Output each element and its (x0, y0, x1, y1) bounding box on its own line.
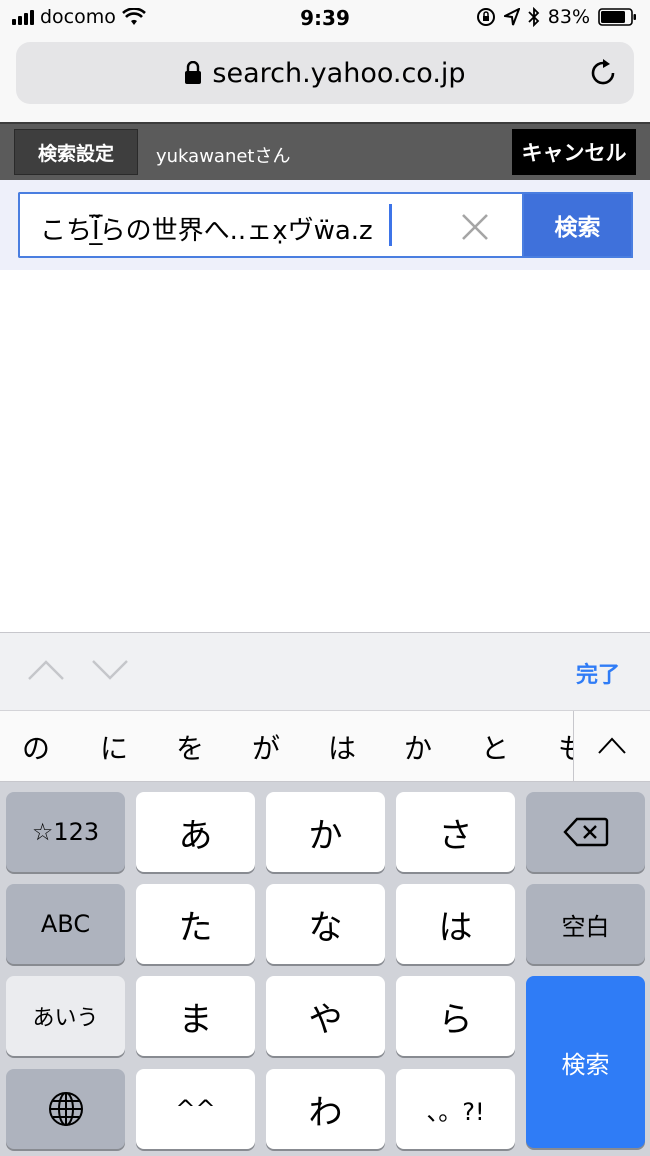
battery-icon (598, 8, 636, 26)
delete-key[interactable] (526, 792, 645, 872)
key-ya[interactable]: や (266, 976, 385, 1056)
divider (573, 711, 574, 783)
rotation-lock-icon (476, 8, 495, 26)
key-punctuation[interactable]: 、。?! (396, 1069, 515, 1149)
bluetooth-icon (528, 7, 540, 27)
status-bar: docomo 9:39 83% (0, 0, 650, 36)
chevron-up-icon[interactable] (26, 657, 66, 683)
key-kana[interactable]: あいう (6, 976, 125, 1056)
key-ha[interactable]: は (396, 884, 515, 964)
suggestion-item[interactable]: は (328, 727, 356, 767)
key-abc[interactable]: ABC (6, 884, 125, 964)
key-sa[interactable]: さ (396, 792, 515, 872)
key-a[interactable]: あ (136, 792, 255, 872)
suggestion-item[interactable]: も (558, 727, 573, 767)
screen: docomo 9:39 83% search.yahoo.co.jp 検索設定 … (0, 0, 650, 1156)
key-ta[interactable]: た (136, 884, 255, 964)
expand-up-icon[interactable] (596, 733, 628, 759)
key-numbers[interactable]: ☆123 (6, 792, 125, 872)
location-icon (503, 8, 520, 26)
suggestion-item[interactable]: が (252, 727, 280, 767)
globe-icon (48, 1092, 83, 1126)
search-enter-key[interactable]: 検索 (526, 976, 645, 1148)
key-ka[interactable]: か (266, 792, 385, 872)
suggestion-item[interactable]: を (176, 727, 204, 767)
url-text: search.yahoo.co.jp (212, 57, 466, 89)
search-input[interactable]: こちI̲̅̃らの世界へ..ェx̣ヴẅa.z (18, 192, 524, 258)
space-key[interactable]: 空白 (526, 884, 645, 964)
status-right: 83% (476, 6, 638, 28)
suggestion-overflow: も (556, 711, 573, 783)
reload-icon[interactable] (586, 56, 620, 90)
search-settings-button[interactable]: 検索設定 (14, 129, 138, 175)
key-ma[interactable]: ま (136, 976, 255, 1056)
suggestion-item[interactable]: の (22, 727, 50, 767)
battery-percent: 83% (547, 6, 590, 28)
backspace-icon (562, 817, 608, 847)
suggestion-item[interactable]: か (404, 727, 432, 767)
suggestion-item[interactable]: と (481, 727, 509, 767)
chevron-down-icon[interactable] (90, 657, 130, 683)
key-emoticon[interactable]: ^^ (136, 1069, 255, 1149)
keyboard-accessory-bar: 完了 (0, 632, 650, 710)
keyboard: ☆123 あ か さ ABC た な は 空白 あいう ま や ら 検索 ^^ … (0, 782, 650, 1156)
key-ra[interactable]: ら (396, 976, 515, 1056)
search-bar: こちI̲̅̃らの世界へ..ェx̣ヴẅa.z 検索 (0, 180, 650, 270)
key-wa[interactable]: わ (266, 1069, 385, 1149)
done-button[interactable]: 完了 (576, 657, 620, 689)
suggestion-item[interactable]: に (100, 727, 128, 767)
key-na[interactable]: な (266, 884, 385, 964)
search-header: 検索設定 yukawanetさん キャンセル (0, 122, 650, 180)
address-bar[interactable]: search.yahoo.co.jp (16, 42, 634, 104)
cancel-button[interactable]: キャンセル (512, 129, 636, 175)
lock-icon (185, 61, 202, 84)
user-name: yukawanetさん (156, 146, 291, 167)
predictive-bar: の に を が は か と も (0, 710, 650, 783)
search-query-text: こちI̲̅̃らの世界へ..ェx̣ヴẅa.z (40, 216, 373, 246)
text-caret (389, 204, 392, 246)
browser-toolbar: search.yahoo.co.jp (0, 36, 650, 122)
search-button[interactable]: 検索 (522, 192, 633, 258)
clear-icon[interactable] (460, 212, 490, 242)
globe-key[interactable] (6, 1069, 125, 1149)
